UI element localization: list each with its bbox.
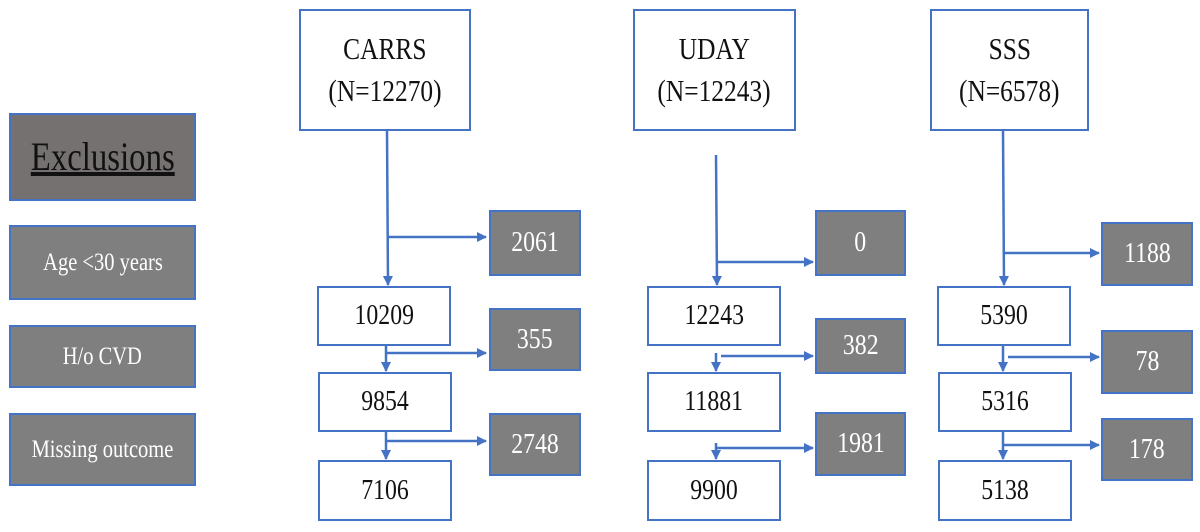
cohort-n: (N=6578) [959,73,1060,108]
excluded-uday-cvd: 382 [815,318,906,374]
exclusions-header: Exclusions [9,113,196,201]
legend-label: Age <30 years [42,248,163,276]
excluded-carrs-cvd: 355 [489,308,581,371]
remaining-carrs-3: 7106 [318,460,452,521]
excluded-sss-age: 1188 [1101,222,1193,286]
legend-missing: Missing outcome [9,413,196,486]
exclusions-title: Exclusions [30,134,175,179]
excluded-carrs-missing: 2748 [489,413,581,476]
remaining-sss-1: 5390 [937,286,1071,346]
remaining-count: 12243 [684,299,744,332]
excluded-count: 382 [842,329,879,362]
remaining-uday-1: 12243 [647,286,781,346]
remaining-count: 5138 [981,473,1029,506]
excluded-count: 1188 [1123,237,1171,270]
remaining-carrs-1: 10209 [317,286,451,346]
excluded-carrs-age: 2061 [489,210,581,276]
excluded-uday-missing: 1981 [815,412,906,476]
remaining-count: 9854 [361,385,409,418]
remaining-sss-3: 5138 [938,460,1072,521]
excluded-uday-age: 0 [815,210,906,276]
arrow-sss-1 [998,129,1009,286]
excluded-sss-missing: 178 [1101,418,1193,481]
cohort-carrs: CARRS (N=12270) [299,9,471,131]
legend-label: H/o CVD [62,342,143,370]
excluded-count: 2061 [511,226,559,259]
excluded-count: 355 [517,322,553,355]
remaining-count: 7106 [361,473,409,506]
remaining-count: 9900 [690,473,738,506]
cohort-name: CARRS [343,31,427,67]
remaining-count: 5316 [981,385,1029,418]
remaining-sss-2: 5316 [938,372,1072,432]
arrow-carrs-1 [382,129,393,286]
remaining-uday-2: 11881 [647,372,781,432]
legend-age: Age <30 years [9,225,196,300]
remaining-count: 11881 [684,385,744,418]
cohort-n: (N=12243) [657,73,772,108]
cohort-n: (N=12270) [328,73,442,108]
cohort-sss: SSS (N=6578) [930,9,1089,131]
remaining-count: 10209 [354,299,414,332]
excluded-count: 78 [1135,345,1159,378]
excluded-count: 178 [1129,432,1165,465]
cohort-uday: UDAY (N=12243) [633,9,796,131]
cohort-name: SSS [988,31,1031,67]
legend-label: Missing outcome [31,435,174,463]
legend-cvd: H/o CVD [9,325,196,388]
arrow-uday-1 [711,154,722,286]
excluded-count: 2748 [511,427,559,460]
excluded-count: 1981 [836,427,885,460]
excluded-count: 0 [854,226,867,259]
cohort-name: UDAY [678,31,751,67]
remaining-uday-3: 9900 [647,460,781,521]
remaining-count: 5390 [980,299,1028,332]
remaining-carrs-2: 9854 [318,372,452,432]
excluded-sss-cvd: 78 [1101,330,1193,394]
